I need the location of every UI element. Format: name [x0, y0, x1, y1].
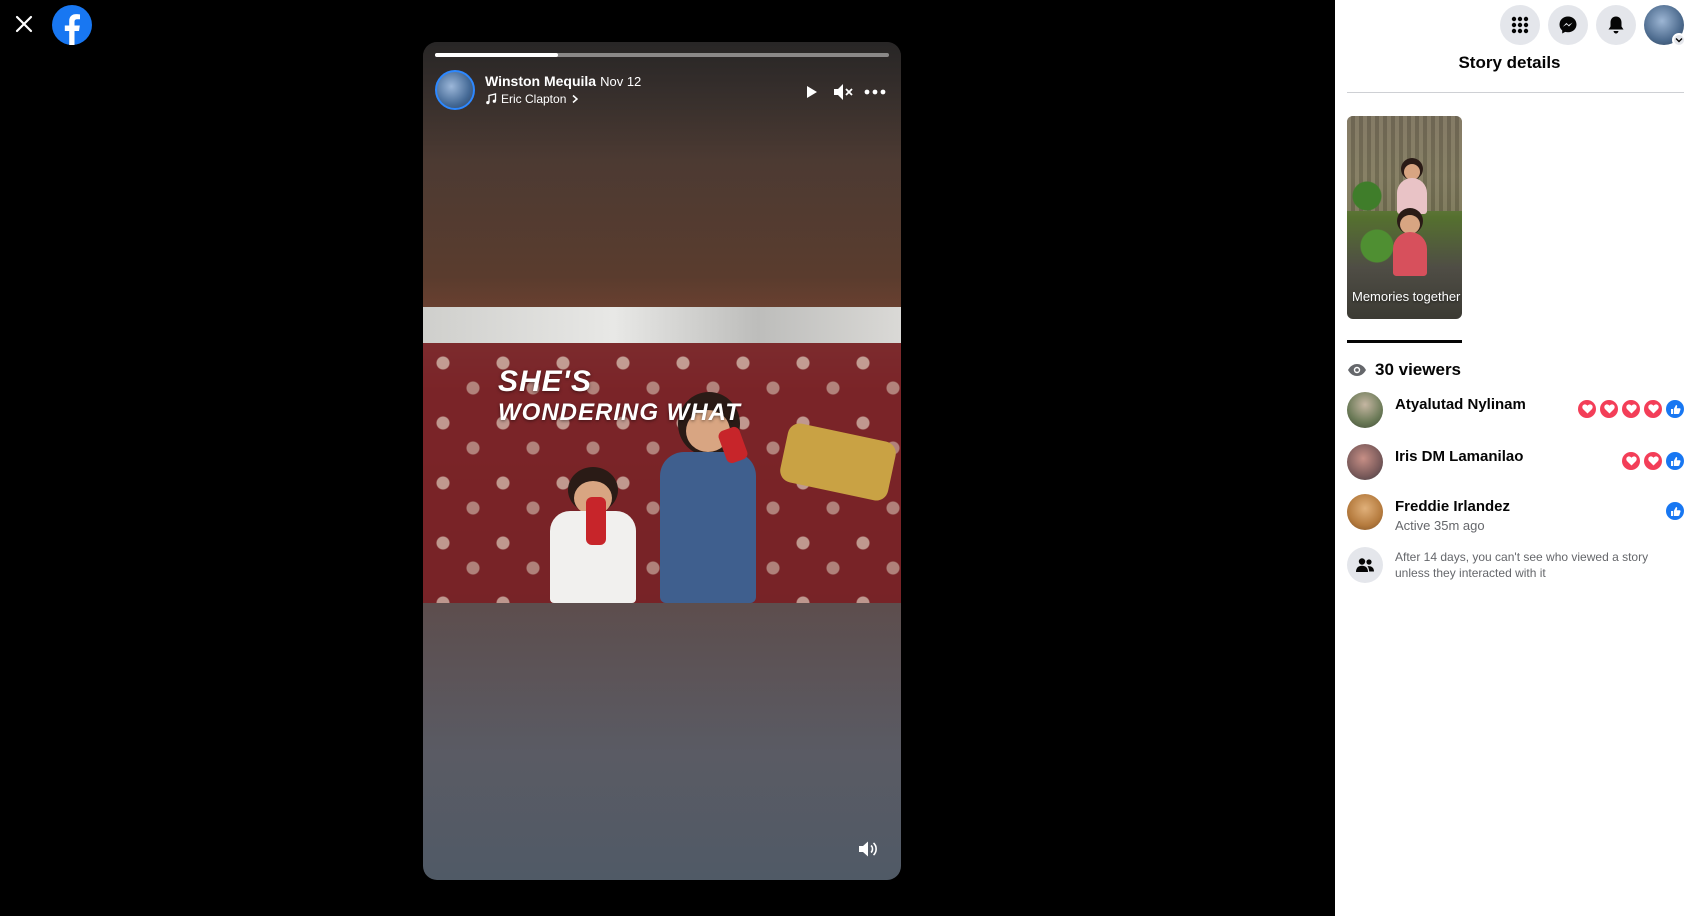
- heart-icon: [1600, 400, 1618, 418]
- story-header: Winston Mequila Nov 12 Eric Clapton: [435, 70, 889, 112]
- thumbnail-selected-indicator: [1347, 340, 1462, 343]
- story-card[interactable]: SHE'S WONDERING WHAT Winston Mequila Nov …: [423, 42, 901, 880]
- author-name[interactable]: Winston Mequila: [485, 73, 596, 89]
- volume-button[interactable]: [855, 836, 881, 862]
- viewer-name[interactable]: Freddie Irlandez: [1395, 498, 1510, 515]
- viewers-count: 30 viewers: [1375, 360, 1462, 379]
- top-right-toolbar: [1500, 5, 1684, 47]
- overlay-text-line2: WONDERING WHAT: [498, 399, 741, 426]
- like-icon: [1666, 452, 1684, 470]
- thumbnail-label: Memories together: [1352, 289, 1461, 304]
- people-icon: [1347, 547, 1383, 583]
- volume-icon: [859, 841, 877, 857]
- viewer-status: Active 35m ago: [1395, 518, 1485, 533]
- bell-icon: [1608, 16, 1624, 34]
- reactions: [1666, 502, 1684, 520]
- messenger-icon: [1559, 16, 1577, 34]
- mute-button[interactable]: [831, 80, 855, 104]
- viewer-name[interactable]: Atyalutad Nylinam: [1395, 396, 1526, 413]
- music-link[interactable]: Eric Clapton: [485, 92, 580, 106]
- viewer-row[interactable]: Freddie Irlandez Active 35m ago: [1347, 494, 1684, 534]
- close-button[interactable]: [10, 10, 38, 38]
- panel-title: Story details: [1458, 53, 1561, 72]
- chevron-right-icon: [572, 94, 579, 104]
- play-button[interactable]: [799, 80, 823, 104]
- account-avatar[interactable]: [1644, 5, 1684, 47]
- viewers-privacy-note: After 14 days, you can't see who viewed …: [1347, 547, 1684, 587]
- eye-icon: [1348, 364, 1366, 376]
- more-icon: [864, 89, 886, 95]
- story-progress-bar: [435, 53, 889, 57]
- reactions: [1622, 452, 1684, 470]
- grid-menu-icon: [1511, 16, 1529, 34]
- notifications-button[interactable]: [1596, 5, 1636, 45]
- reactions: [1578, 400, 1684, 418]
- heart-icon: [1578, 400, 1596, 418]
- heart-icon: [1644, 400, 1662, 418]
- like-icon: [1666, 502, 1684, 520]
- music-note-icon: [486, 93, 497, 105]
- heart-icon: [1644, 452, 1662, 470]
- story-progress-fill: [435, 53, 558, 57]
- author-line: Winston Mequila Nov 12: [485, 73, 641, 89]
- like-icon: [1666, 400, 1684, 418]
- heart-icon: [1622, 452, 1640, 470]
- viewer-row[interactable]: Iris DM Lamanilao: [1347, 444, 1684, 484]
- mute-icon: [834, 84, 853, 100]
- story-date: Nov 12: [600, 74, 642, 89]
- avatar[interactable]: [1347, 494, 1383, 530]
- viewers-header: 30 viewers: [1347, 360, 1461, 380]
- menu-button[interactable]: [1500, 5, 1540, 45]
- messenger-button[interactable]: [1548, 5, 1588, 45]
- facebook-logo-icon[interactable]: [52, 5, 92, 45]
- viewer-row[interactable]: Atyalutad Nylinam: [1347, 392, 1684, 432]
- viewer-name[interactable]: Iris DM Lamanilao: [1395, 448, 1523, 465]
- story-viewer-stage: SHE'S WONDERING WHAT Winston Mequila Nov …: [0, 0, 1335, 916]
- author-avatar[interactable]: [435, 70, 475, 110]
- play-icon: [807, 86, 817, 98]
- close-icon: [15, 15, 33, 33]
- music-title: Eric Clapton: [501, 92, 567, 106]
- chevron-down-icon: [1672, 33, 1684, 47]
- heart-icon: [1622, 400, 1640, 418]
- note-text: After 14 days, you can't see who viewed …: [1395, 550, 1649, 580]
- story-thumbnail[interactable]: Memories together: [1347, 116, 1462, 319]
- overlay-text-line1: SHE'S: [498, 365, 592, 398]
- avatar[interactable]: [1347, 444, 1383, 480]
- avatar[interactable]: [1347, 392, 1383, 428]
- story-details-panel: Story details Memories together 30 viewe…: [1335, 0, 1684, 916]
- divider: [1347, 92, 1684, 93]
- more-options-button[interactable]: [863, 80, 887, 104]
- story-photo: SHE'S WONDERING WHAT: [423, 307, 901, 603]
